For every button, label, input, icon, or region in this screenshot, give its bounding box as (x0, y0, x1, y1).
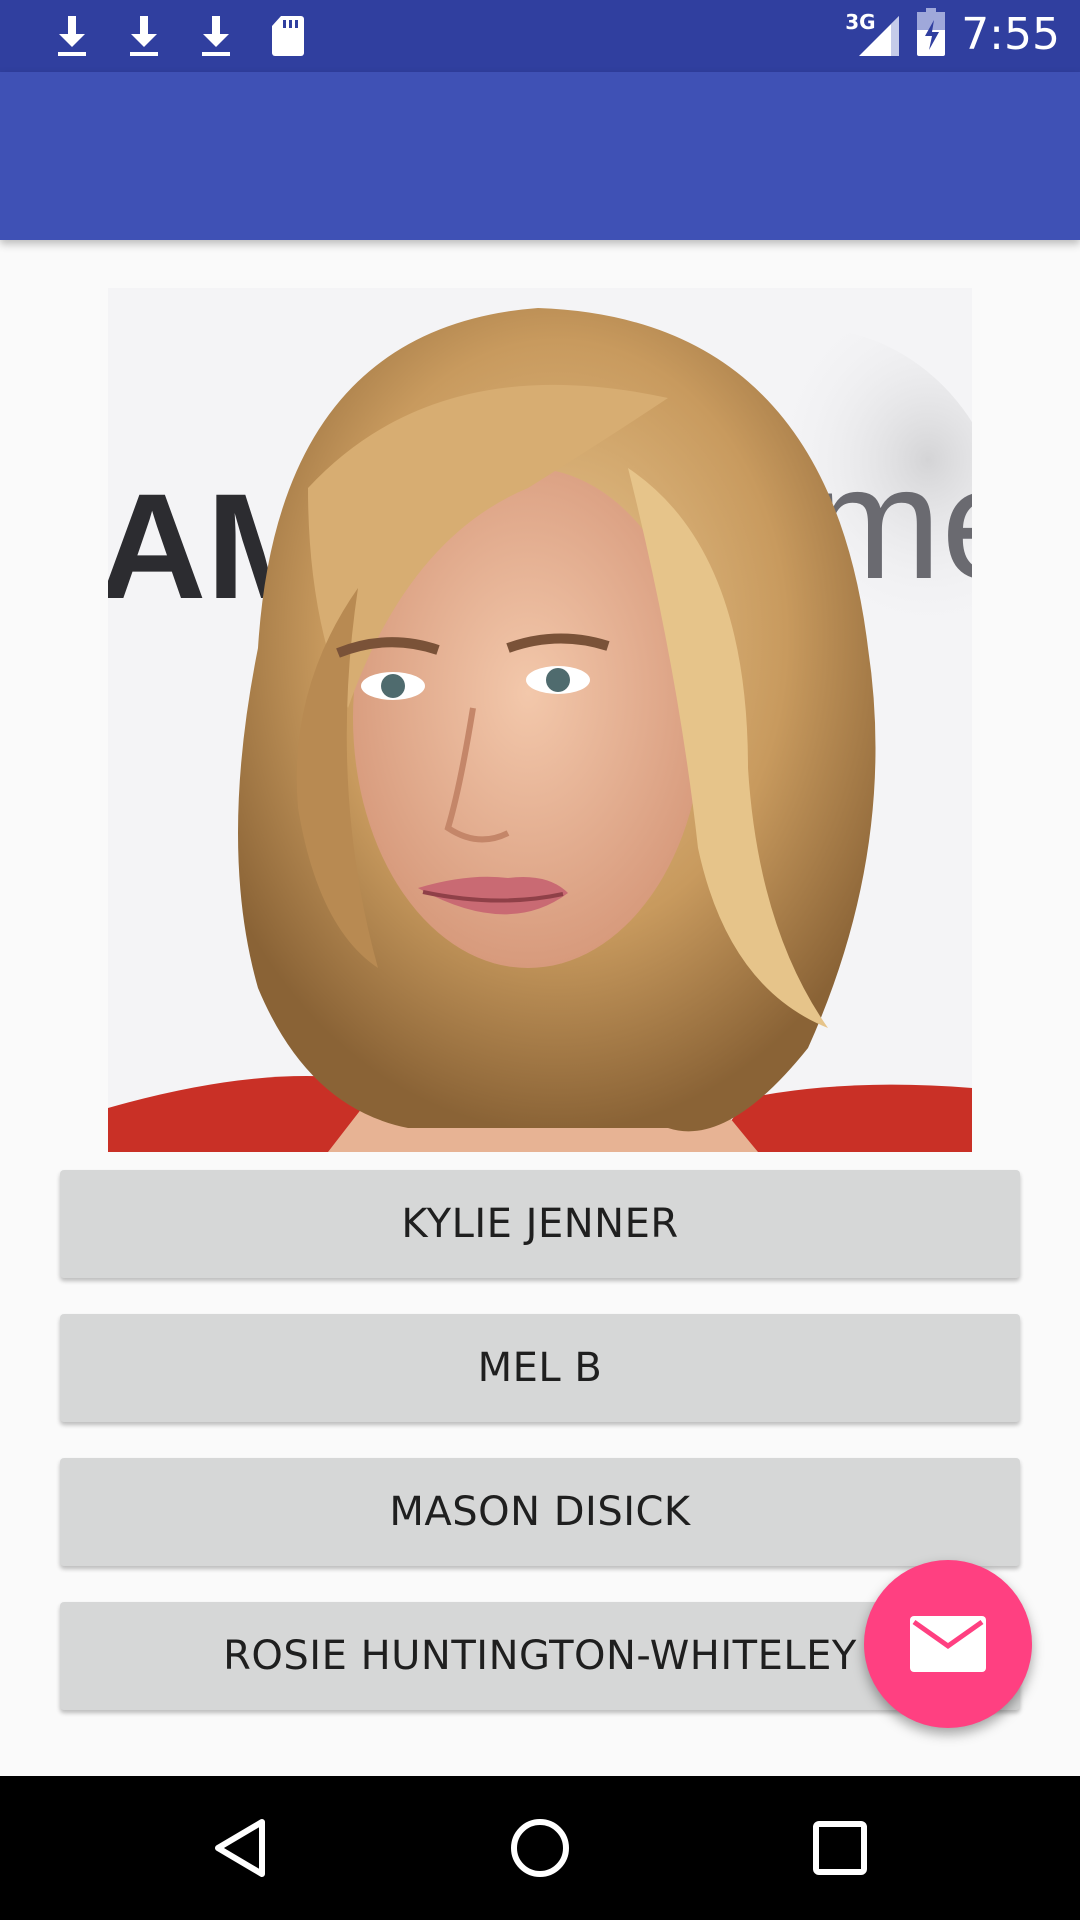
answer-label: MEL B (477, 1345, 603, 1391)
email-icon (910, 1616, 986, 1672)
recents-button[interactable] (792, 1800, 888, 1896)
sd-card-icon (252, 12, 324, 60)
clock: 7:55 (961, 8, 1060, 60)
home-icon (511, 1819, 569, 1877)
back-icon (215, 1819, 265, 1877)
answer-button-1[interactable]: KYLIE JENNER (60, 1170, 1020, 1278)
navigation-bar (0, 1776, 1080, 1920)
app-bar (0, 72, 1080, 240)
home-button[interactable] (492, 1800, 588, 1896)
download-icon (108, 12, 180, 60)
download-icon (180, 12, 252, 60)
celebrity-photo: AM me (108, 288, 972, 1152)
battery-charging-icon (917, 8, 946, 60)
answer-button-3[interactable]: MASON DISICK (60, 1458, 1020, 1566)
download-icon (36, 12, 108, 60)
status-bar: 3G 7:55 (0, 0, 1080, 72)
answer-label: KYLIE JENNER (401, 1201, 679, 1247)
answer-label: MASON DISICK (389, 1489, 691, 1535)
answer-button-2[interactable]: MEL B (60, 1314, 1020, 1422)
recents-icon (813, 1821, 867, 1875)
system-status: 3G 7:55 (845, 8, 1060, 60)
answer-label: ROSIE HUNTINGTON-WHITELEY (223, 1633, 857, 1679)
email-fab[interactable] (864, 1560, 1032, 1728)
notification-icons (36, 12, 324, 60)
portrait-illustration: AM me (108, 288, 972, 1152)
back-button[interactable] (192, 1800, 288, 1896)
signal-icon: 3G (845, 10, 901, 58)
